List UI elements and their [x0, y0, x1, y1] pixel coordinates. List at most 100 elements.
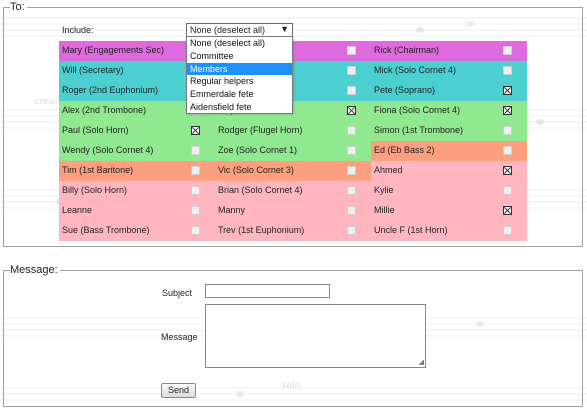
recipient-checkbox[interactable] — [347, 146, 356, 155]
recipient-checkbox[interactable] — [347, 106, 356, 115]
message-label: Message — [161, 332, 198, 342]
message-legend: Message: — [10, 264, 60, 276]
recipient-row: Tim (1st Baritone) Vic (Solo Cornet 3) Ahm… — [59, 161, 527, 181]
include-select[interactable]: None (deselect all) ▼ — [186, 23, 293, 37]
recipient-cell: Zoe (Solo Cornet 1) — [215, 141, 371, 161]
recipient-checkbox[interactable] — [347, 206, 356, 215]
subject-input[interactable] — [205, 284, 330, 298]
recipient-name: Mick (Solo Cornet 4) — [374, 65, 457, 75]
recipient-checkbox[interactable] — [191, 186, 200, 195]
recipient-name: Zoe (Solo Cornet 1) — [218, 145, 298, 155]
recipient-checkbox[interactable] — [191, 206, 200, 215]
recipient-name: Wendy (Solo Cornet 4) — [62, 145, 154, 155]
recipient-checkbox[interactable] — [347, 86, 356, 95]
recipient-checkbox[interactable] — [347, 166, 356, 175]
recipient-name: Brian (Solo Cornet 4) — [218, 185, 303, 195]
recipient-cell: Ahmed — [371, 161, 527, 181]
include-dropdown-list: None (deselect all) Committee Members Regul… — [186, 36, 293, 114]
recipient-cell: Manny — [215, 201, 371, 221]
recipient-name: Uncle F (1st Horn) — [374, 225, 448, 235]
recipient-cell: Uncle F (1st Horn) — [371, 221, 527, 241]
recipient-cell: Sue (Bass Trombone) — [59, 221, 215, 241]
recipient-checkbox[interactable] — [347, 46, 356, 55]
message-fieldset: Message: Subject Message ◢ Send — [3, 264, 583, 407]
recipient-checkbox[interactable] — [191, 126, 200, 135]
recipient-cell: Tim (1st Baritone) — [59, 161, 215, 181]
recipient-name: Manny — [218, 205, 246, 215]
recipient-cell: Brian (Solo Cornet 4) — [215, 181, 371, 201]
recipient-name: Vic (Solo Cornet 3) — [218, 165, 294, 175]
recipient-cell: Mick (Solo Cornet 4) — [371, 61, 527, 81]
recipient-name: Fiona (Solo Cornet 4) — [374, 105, 461, 115]
recipient-row: Mary (Engagements Sec) Rick (Chairman) — [59, 41, 527, 61]
recipient-checkbox[interactable] — [191, 146, 200, 155]
recipient-checkbox[interactable] — [503, 166, 512, 175]
recipient-checkbox[interactable] — [191, 166, 200, 175]
dropdown-option[interactable]: Members — [187, 62, 292, 76]
recipient-cell: Rick (Chairman) — [371, 41, 527, 61]
recipient-checkbox[interactable] — [503, 66, 512, 75]
recipient-checkbox[interactable] — [347, 66, 356, 75]
recipient-name: Paul (Solo Horn) — [62, 125, 129, 135]
recipient-name: Leanne — [62, 205, 93, 215]
recipient-cell: Leanne — [59, 201, 215, 221]
recipient-checkbox[interactable] — [503, 206, 512, 215]
recipient-name: Will (Secretary) — [62, 65, 124, 75]
recipient-row: Roger (2nd Euphonium)e)Pete (Soprano) — [59, 81, 527, 101]
dropdown-option[interactable]: None (deselect all) — [187, 37, 292, 50]
recipient-name: Ahmed — [374, 165, 403, 175]
recipient-checkbox[interactable] — [503, 106, 512, 115]
include-label: Include: — [62, 25, 94, 35]
recipient-checkbox[interactable] — [503, 46, 512, 55]
recipient-name: Sue (Bass Trombone) — [62, 225, 150, 235]
recipient-cell: Millie — [371, 201, 527, 221]
recipient-name: Ed (Eb Bass 2) — [374, 145, 435, 155]
recipient-row: Paul (Solo Horn) Rodger (Flugel Horn) Simo… — [59, 121, 527, 141]
recipient-cell: Kylie — [371, 181, 527, 201]
recipient-cell: Fiona (Solo Cornet 4) — [371, 101, 527, 121]
recipient-cell: Simon (1st Trombone) — [371, 121, 527, 141]
dropdown-option[interactable]: Aidensfield fete — [187, 101, 292, 114]
recipient-checkbox[interactable] — [503, 146, 512, 155]
recipient-name: Roger (2nd Euphonium) — [62, 85, 159, 95]
recipient-cell: Billy (Solo Horn) — [59, 181, 215, 201]
recipient-cell: Trev (1st Euphonium) — [215, 221, 371, 241]
to-legend: To: — [10, 1, 27, 13]
recipient-name: Trev (1st Euphonium) — [218, 225, 305, 235]
recipient-checkbox[interactable] — [347, 186, 356, 195]
recipient-checkbox[interactable] — [503, 126, 512, 135]
recipient-cell: Ed (Eb Bass 2) — [371, 141, 527, 161]
message-textarea[interactable]: ◢ — [205, 304, 426, 368]
recipient-row: Leanne Manny Millie — [59, 201, 527, 221]
recipient-checkbox[interactable] — [503, 186, 512, 195]
recipient-checkbox[interactable] — [347, 126, 356, 135]
dropdown-option[interactable]: Emmerdale fete — [187, 88, 292, 101]
recipient-name: Simon (1st Trombone) — [374, 125, 464, 135]
recipient-name: Alex (2nd Trombone) — [62, 105, 147, 115]
recipient-name: Mary (Engagements Sec) — [62, 45, 165, 55]
recipient-checkbox[interactable] — [503, 226, 512, 235]
recipient-row: Alex (2nd Trombone)um)Fiona (Solo Cornet… — [59, 101, 527, 121]
recipient-row: Wendy (Solo Cornet 4) Zoe (Solo Cornet 1)… — [59, 141, 527, 161]
recipient-name: Tim (1st Baritone) — [62, 165, 134, 175]
recipient-checkbox[interactable] — [503, 86, 512, 95]
recipient-cell: Wendy (Solo Cornet 4) — [59, 141, 215, 161]
resize-grip-icon[interactable]: ◢ — [419, 359, 424, 366]
recipient-name: Billy (Solo Horn) — [62, 185, 128, 195]
recipient-cell: Paul (Solo Horn) — [59, 121, 215, 141]
dropdown-option[interactable]: Regular helpers — [187, 75, 292, 88]
chevron-down-icon: ▼ — [280, 24, 289, 34]
recipient-name: Kylie — [374, 185, 394, 195]
recipient-checkbox[interactable] — [191, 226, 200, 235]
include-select-value: None (deselect all) — [190, 25, 266, 35]
recipient-row: Will (Secretary)an)Mick (Solo Cornet 4) — [59, 61, 527, 81]
send-button[interactable]: Send — [161, 383, 196, 398]
recipient-name: Rick (Chairman) — [374, 45, 440, 55]
recipient-cell: Pete (Soprano) — [371, 81, 527, 101]
recipient-row: Billy (Solo Horn) Brian (Solo Cornet 4) Ky… — [59, 181, 527, 201]
recipient-cell: Rodger (Flugel Horn) — [215, 121, 371, 141]
recipient-name: Rodger (Flugel Horn) — [218, 125, 303, 135]
recipient-name: Pete (Soprano) — [374, 85, 436, 95]
dropdown-option[interactable]: Committee — [187, 50, 292, 63]
recipient-checkbox[interactable] — [347, 226, 356, 235]
